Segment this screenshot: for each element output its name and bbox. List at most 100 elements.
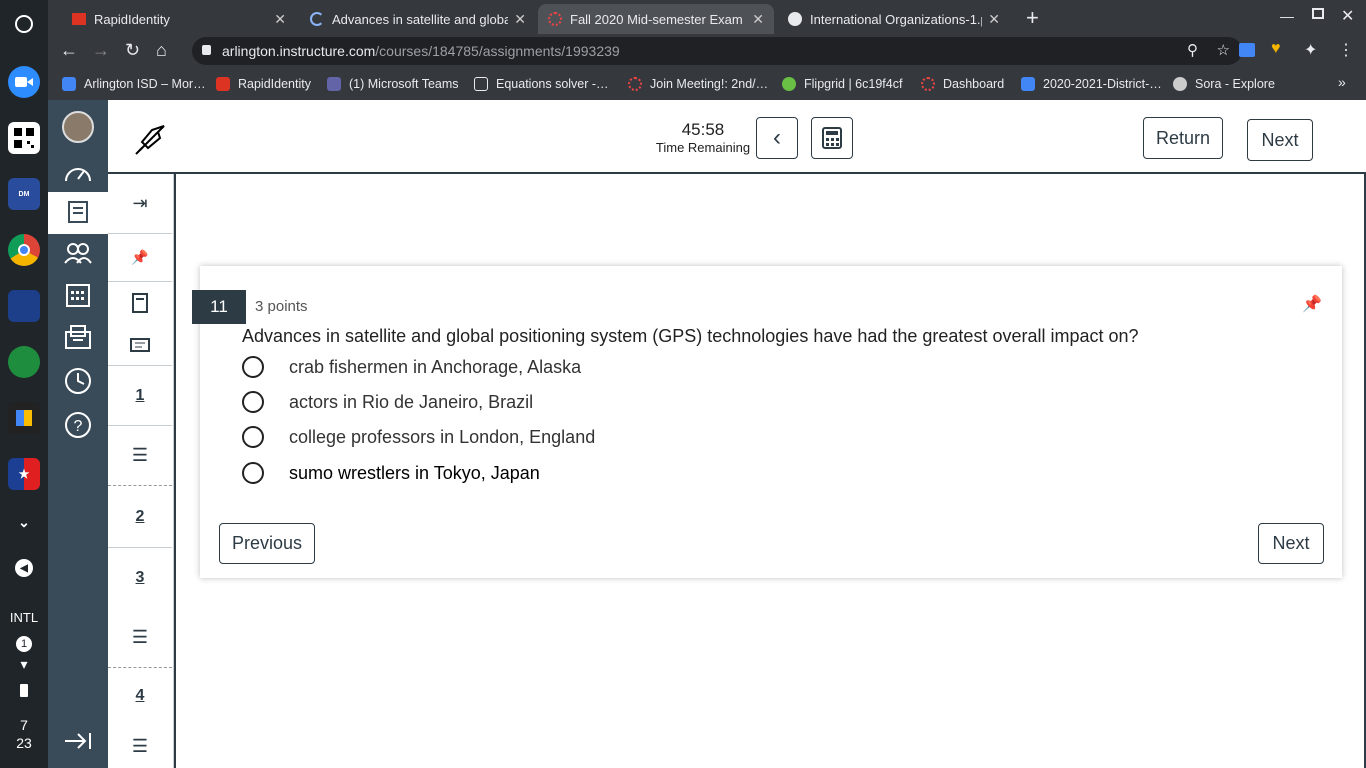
new-tab-icon[interactable]: +: [1026, 5, 1039, 31]
bookmark-sora[interactable]: Sora - Explore: [1173, 74, 1275, 94]
next-button-top[interactable]: Next: [1247, 119, 1313, 161]
answer-option[interactable]: college professors in London, England: [242, 426, 595, 448]
expand-nav-icon[interactable]: ⇥: [108, 174, 172, 234]
rapididentity-favicon-icon: [216, 77, 230, 91]
answer-option[interactable]: sumo wrestlers in Tokyo, Japan: [242, 462, 540, 484]
help-icon[interactable]: ?: [48, 404, 108, 446]
battery-icon: [20, 684, 28, 697]
flipgrid-icon: [782, 77, 796, 91]
question-nav-3[interactable]: 3: [108, 548, 172, 608]
answer-option[interactable]: crab fishermen in Anchorage, Alaska: [242, 356, 581, 378]
bookmark-label: (1) Microsoft Teams: [349, 77, 459, 91]
account-avatar[interactable]: [48, 106, 108, 148]
bookmark-equations[interactable]: Equations solver -…: [474, 74, 609, 94]
bookmark-flipgrid[interactable]: Flipgrid | 6c19f4cf: [782, 74, 902, 94]
radio-button[interactable]: [242, 462, 264, 484]
question-number-badge: 11: [192, 290, 246, 324]
answer-label: sumo wrestlers in Tokyo, Japan: [289, 462, 540, 483]
question-text: Advances in satellite and global positio…: [242, 326, 1139, 346]
question-number: 4: [135, 687, 145, 704]
answer-option[interactable]: actors in Rio de Janeiro, Brazil: [242, 391, 533, 413]
tab-exam[interactable]: Fall 2020 Mid-semester Exam ✕: [538, 4, 774, 34]
close-tab-icon[interactable]: ✕: [988, 11, 1000, 28]
data-manager-app-icon[interactable]: DM: [8, 178, 40, 210]
ime-indicator[interactable]: INTL: [0, 610, 48, 625]
notes-icon[interactable]: [108, 324, 172, 366]
heart-extension-icon[interactable]: ♥: [1271, 40, 1281, 58]
lock-icon: [202, 45, 211, 55]
answer-label: crab fishermen in Anchorage, Alaska: [289, 356, 582, 377]
bookmark-label: RapidIdentity: [238, 77, 311, 91]
bookmark-label: Join Meeting!: 2nd/…: [650, 77, 769, 91]
tab-advances[interactable]: Advances in satellite and global ✕: [300, 4, 536, 34]
clock[interactable]: 7 23: [0, 716, 48, 752]
pin-icon[interactable]: 📌: [108, 234, 172, 282]
bookmark-star-icon: [62, 77, 76, 91]
groups-icon[interactable]: [48, 232, 108, 274]
dashboard-icon[interactable]: [48, 152, 108, 194]
classroom-app-icon[interactable]: [8, 346, 40, 378]
collapse-timer-button[interactable]: ‹: [756, 117, 798, 159]
calculator-button[interactable]: [811, 117, 853, 159]
launcher-icon[interactable]: [8, 8, 40, 40]
notification-count[interactable]: 1: [16, 636, 32, 652]
wifi-icon: ▾: [20, 656, 28, 672]
volume-icon[interactable]: ◀: [8, 552, 40, 584]
bookmark-rapididentity[interactable]: RapidIdentity: [216, 74, 311, 94]
calendar-icon[interactable]: [48, 274, 108, 316]
zoom-icon[interactable]: ⚲: [1187, 41, 1198, 59]
chevron-down-icon[interactable]: ⌄: [8, 506, 40, 538]
question-nav-1[interactable]: 1: [108, 366, 172, 426]
collapse-nav-icon[interactable]: [48, 720, 108, 762]
tab-rapididentity[interactable]: RapidIdentity ✕: [62, 4, 296, 34]
extensions-icon[interactable]: ✦: [1304, 40, 1317, 60]
calculator-tool-icon[interactable]: [108, 282, 172, 324]
bookmark-dashboard[interactable]: Dashboard: [921, 74, 1004, 94]
sora-icon: [1173, 77, 1187, 91]
bookmark-district[interactable]: 2020-2021-District-…: [1021, 74, 1162, 94]
question-nav-4[interactable]: 4: [108, 668, 172, 724]
qr-app-icon[interactable]: [8, 122, 40, 154]
return-button[interactable]: Return: [1143, 117, 1223, 159]
bookmark-arlington[interactable]: Arlington ISD – Mor…: [62, 74, 206, 94]
address-bar[interactable]: arlington.instructure.com/courses/184785…: [192, 37, 1242, 65]
pin-question-icon[interactable]: 📌: [1302, 294, 1322, 314]
translate-extension-icon[interactable]: [1239, 43, 1255, 57]
history-icon[interactable]: [48, 360, 108, 402]
previous-button[interactable]: Previous: [219, 523, 315, 564]
dance-app-icon[interactable]: [8, 290, 40, 322]
browser-chrome: RapidIdentity ✕ Advances in satellite and…: [48, 0, 1366, 100]
chrome-app-icon[interactable]: [8, 234, 40, 266]
forward-icon[interactable]: →: [92, 40, 110, 61]
courses-icon[interactable]: [48, 192, 108, 234]
back-icon[interactable]: ←: [60, 40, 78, 61]
next-button-bottom[interactable]: Next: [1258, 523, 1324, 564]
radio-button[interactable]: [242, 426, 264, 448]
files-app-icon[interactable]: [8, 402, 40, 434]
menu-icon[interactable]: ⋮: [1338, 40, 1354, 60]
question-number: 1: [135, 386, 145, 404]
tab-label: RapidIdentity: [94, 11, 170, 27]
question-nav-2[interactable]: 2: [108, 486, 172, 548]
bookmark-label: Equations solver -…: [496, 77, 609, 91]
star-icon[interactable]: ☆: [1217, 41, 1230, 59]
close-window-icon[interactable]: ✕: [1341, 6, 1354, 26]
more-bookmarks-icon[interactable]: »: [1338, 74, 1346, 90]
tab-international[interactable]: International Organizations-1.pd ✕: [778, 4, 1010, 34]
bookmark-teams[interactable]: (1) Microsoft Teams: [327, 74, 459, 94]
close-tab-icon[interactable]: ✕: [752, 11, 764, 28]
texas-app-icon[interactable]: ★: [8, 458, 40, 490]
inbox-icon[interactable]: [48, 316, 108, 358]
radio-button[interactable]: [242, 356, 264, 378]
zoom-app-icon[interactable]: [8, 66, 40, 98]
bookmark-join-meeting[interactable]: Join Meeting!: 2nd/…: [628, 74, 768, 94]
reload-icon[interactable]: ↻: [125, 40, 140, 61]
home-icon[interactable]: ⌂: [156, 40, 167, 61]
calculator-favicon-icon: [474, 77, 488, 91]
tab-label: Fall 2020 Mid-semester Exam: [570, 11, 743, 27]
maximize-icon[interactable]: [1312, 8, 1324, 19]
radio-button[interactable]: [242, 391, 264, 413]
close-tab-icon[interactable]: ✕: [274, 11, 286, 28]
close-tab-icon[interactable]: ✕: [514, 11, 526, 28]
minimize-icon[interactable]: —: [1280, 8, 1294, 24]
